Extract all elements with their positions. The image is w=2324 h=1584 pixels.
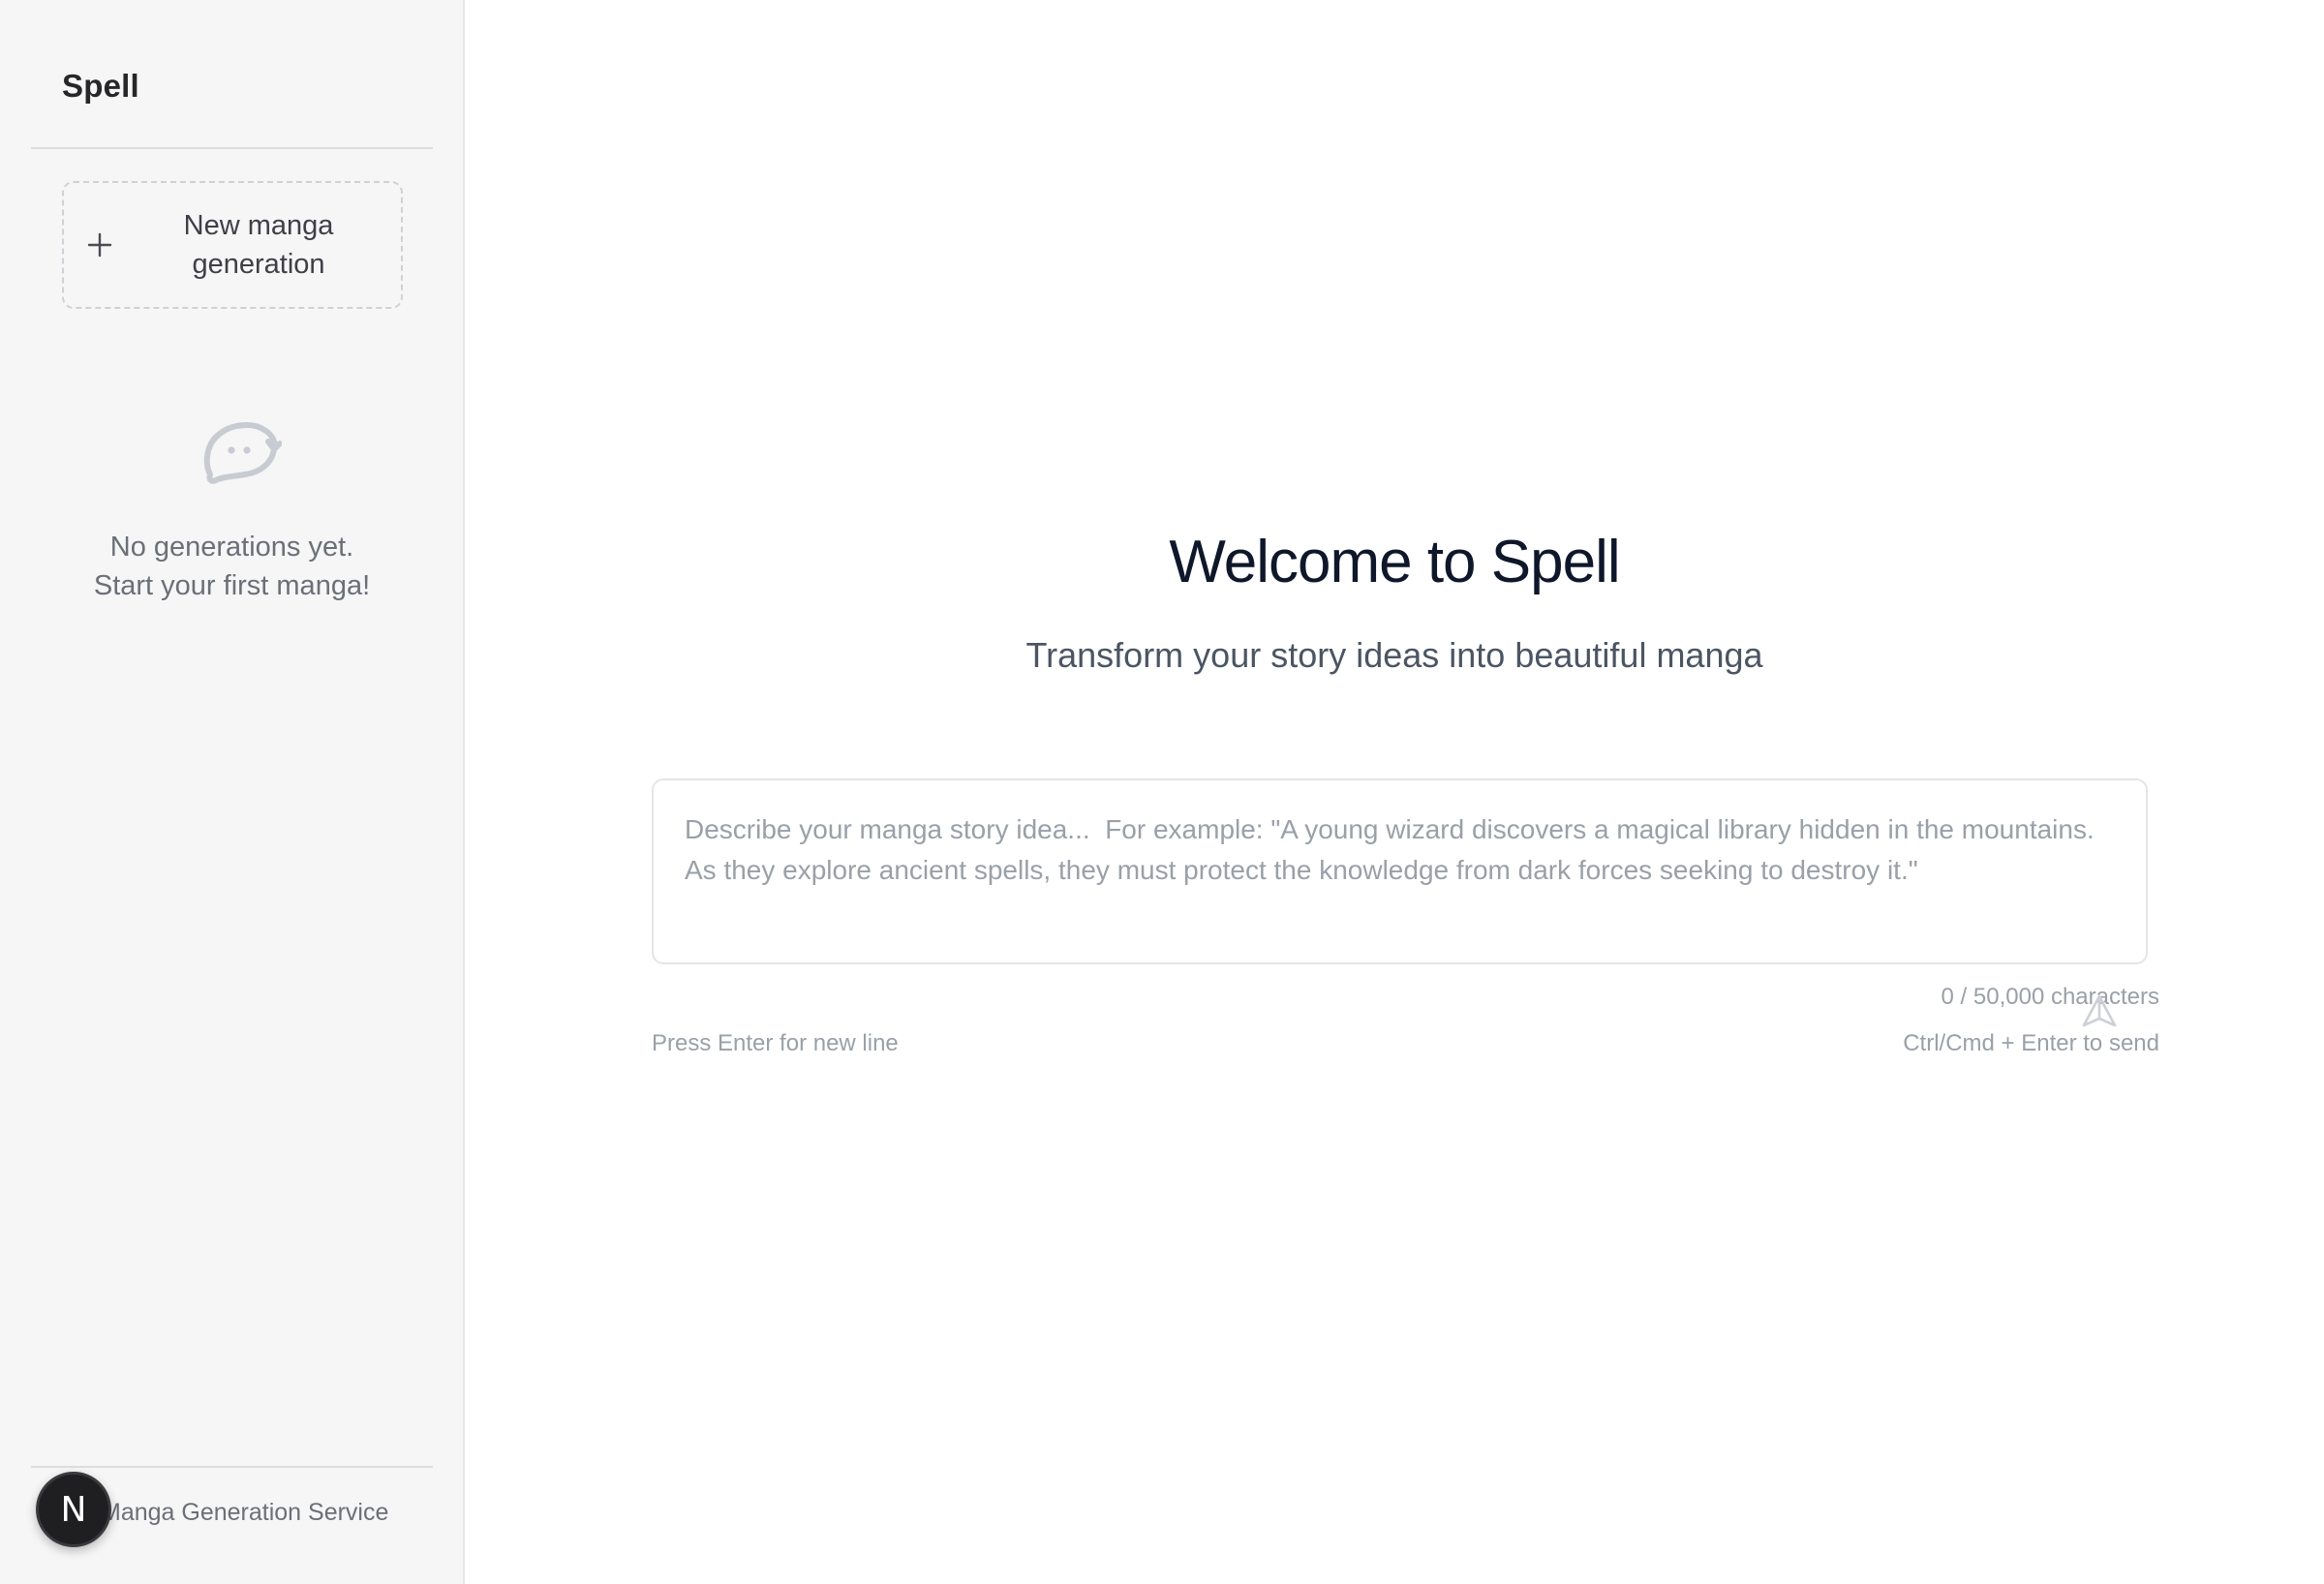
avatar[interactable]: N — [36, 1472, 111, 1547]
sidebar-divider — [31, 147, 433, 149]
story-prompt-input[interactable] — [685, 809, 2113, 945]
plus-icon — [87, 232, 112, 258]
page-subtitle: Transform your story ideas into beautifu… — [1025, 635, 1763, 675]
sidebar: Spell New manga generation No generation… — [0, 0, 465, 1584]
main-content: Welcome to Spell Transform your story id… — [465, 0, 2324, 1584]
app-window: Spell New manga generation No generation… — [0, 0, 2324, 1584]
brand-title: Spell — [62, 68, 139, 104]
send-icon[interactable] — [2081, 993, 2118, 1028]
send-shortcut-hint: Ctrl/Cmd + Enter to send — [1903, 1030, 2159, 1056]
new-manga-generation-label: New manga generation — [139, 206, 378, 284]
new-manga-generation-button[interactable]: New manga generation — [62, 181, 403, 309]
new-manga-label-line2: generation — [192, 249, 325, 280]
footer-service-label: Manga Generation Service — [101, 1499, 389, 1526]
new-line-hint: Press Enter for new line — [652, 1030, 899, 1056]
new-manga-label-line1: New manga — [183, 210, 334, 241]
character-count: 0 / 50,000 characters — [1941, 984, 2159, 1010]
sidebar-footer-divider — [31, 1466, 433, 1468]
page-title: Welcome to Spell — [1169, 529, 1620, 595]
empty-state-line1: No generations yet. — [109, 532, 354, 563]
empty-state-line2: Start your first manga! — [93, 570, 371, 601]
story-prompt-container — [652, 778, 2148, 964]
chat-bubble-icon — [203, 422, 282, 484]
empty-state-message: No generations yet. Start your first man… — [31, 528, 433, 605]
